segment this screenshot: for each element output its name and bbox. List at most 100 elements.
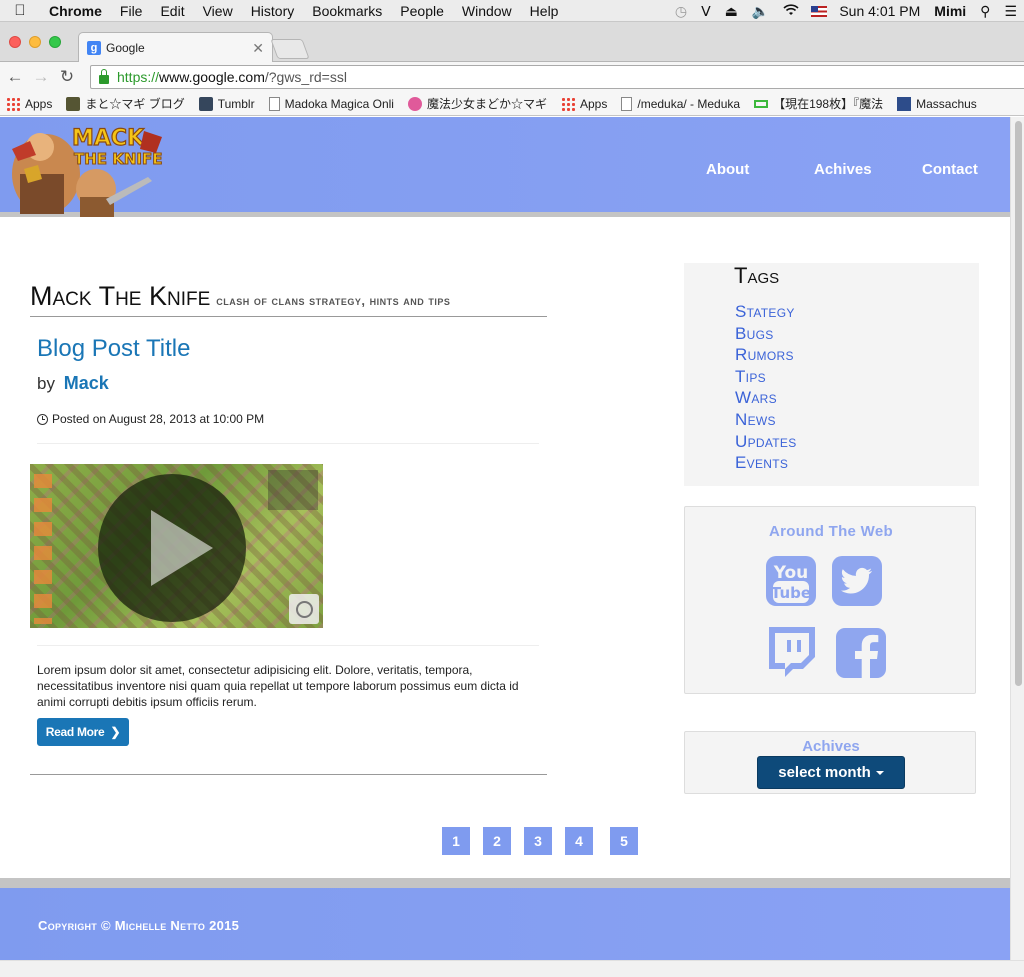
nav-achives-link[interactable]: Achives (814, 161, 872, 178)
page-link-3[interactable]: 3 (524, 827, 552, 855)
twitter-icon[interactable] (831, 555, 883, 607)
menu-view[interactable]: View (194, 3, 242, 19)
google-favicon-icon: g (87, 40, 101, 55)
eject-icon[interactable]: ⏏ (718, 3, 745, 20)
url-host: www.google.com (159, 69, 265, 85)
author-link[interactable]: Mack (64, 373, 109, 393)
flower-icon (407, 96, 422, 111)
bookmark-massachus[interactable]: Massachus (897, 96, 977, 111)
tags-title: Tags (734, 263, 780, 288)
page-link-1[interactable]: 1 (442, 827, 470, 855)
bookmark-label: /meduka/ - Meduka (637, 96, 741, 111)
bookmark-meduka[interactable]: /meduka/ - Meduka (621, 96, 741, 111)
back-button[interactable]: ← (4, 67, 26, 87)
bookmark-tumblr[interactable]: Tumblr (198, 96, 255, 111)
browser-tab-google[interactable]: g Google ✕ (78, 32, 273, 62)
forward-button[interactable]: → (30, 67, 52, 87)
tag-link-tips[interactable]: Tips (735, 366, 797, 388)
site-footer: Copyright © Michelle Netto 2015 (0, 888, 1010, 968)
menu-app-name[interactable]: Chrome (40, 3, 111, 19)
page-link-2[interactable]: 2 (483, 827, 511, 855)
tag-link-news[interactable]: News (735, 409, 797, 431)
input-source-flag-icon[interactable] (811, 5, 828, 17)
new-tab-button[interactable] (270, 39, 310, 59)
menu-help[interactable]: Help (521, 3, 568, 19)
window-zoom-button[interactable] (49, 36, 61, 48)
footer-divider (0, 878, 1010, 888)
divider (37, 443, 539, 444)
bookmark-apps[interactable]: Apps (6, 96, 52, 111)
bookmark-label: まと☆マギ ブログ (85, 97, 185, 111)
volume-icon[interactable]: 🔈 (745, 3, 776, 20)
clock-icon (37, 413, 48, 425)
tumblr-icon (198, 96, 213, 111)
youtube-icon[interactable]: You Tube (765, 555, 817, 607)
video-hud-right (268, 470, 318, 510)
page-icon (268, 96, 280, 111)
site-logo[interactable]: MACK THE KNIFE (6, 119, 178, 217)
chevron-right-icon: ❯ (110, 725, 121, 739)
archives-title: Achives (802, 738, 860, 755)
select-month-dropdown[interactable]: select month (757, 756, 905, 789)
tab-close-icon[interactable]: ✕ (252, 40, 264, 57)
read-more-button[interactable]: Read More ❯ (37, 718, 129, 746)
bookmark-blog[interactable]: まと☆マギ ブログ (66, 95, 185, 112)
apple-icon[interactable]:  (0, 2, 40, 19)
tag-link-wars[interactable]: Wars (735, 387, 797, 409)
page-link-5[interactable]: 5 (610, 827, 638, 855)
page-icon (621, 96, 633, 111)
window-minimize-button[interactable] (29, 36, 41, 48)
bookmark-label: 魔法少女まどか☆マギ (426, 97, 547, 111)
url-scheme: https:// (117, 69, 160, 85)
vertical-scrollbar[interactable] (1010, 117, 1024, 960)
menu-window[interactable]: Window (453, 3, 521, 19)
svg-text:THE KNIFE: THE KNIFE (74, 150, 163, 168)
facebook-icon[interactable] (835, 627, 887, 679)
post-title-link[interactable]: Blog Post Title (37, 335, 190, 363)
wifi-icon[interactable] (776, 3, 806, 19)
tag-link-stategy[interactable]: Stategy (735, 301, 797, 323)
blog-icon (66, 96, 81, 111)
page-link-4[interactable]: 4 (565, 827, 593, 855)
tag-link-updates[interactable]: Updates (735, 431, 797, 453)
menu-bookmarks[interactable]: Bookmarks (303, 3, 391, 19)
tag-link-events[interactable]: Events (735, 452, 797, 474)
play-icon[interactable] (151, 510, 213, 586)
spotlight-search-icon[interactable]: ⚲ (973, 3, 997, 20)
bookmark-apps-2[interactable]: Apps (561, 96, 607, 111)
video-thumbnail[interactable] (30, 464, 323, 628)
tags-list: Stategy Bugs Rumors Tips Wars News Updat… (735, 301, 797, 474)
menu-history[interactable]: History (242, 3, 304, 19)
reload-button[interactable]: ↻ (56, 67, 78, 87)
bookmark-madoka[interactable]: Madoka Magica Onli (268, 96, 394, 111)
bookmark-mahou-shoujo[interactable]: 魔法少女まどか☆マギ (407, 95, 547, 112)
watch-later-icon[interactable] (289, 594, 319, 624)
scrollbar-thumb[interactable] (1015, 121, 1022, 686)
nav-contact-link[interactable]: Contact (922, 161, 978, 178)
menu-people[interactable]: People (391, 3, 453, 19)
read-more-label: Read More (45, 725, 105, 739)
tag-link-bugs[interactable]: Bugs (735, 323, 797, 345)
svg-text:MACK: MACK (72, 126, 145, 151)
address-bar[interactable]: https:// www.google.com /?gws_rd=ssl (90, 65, 1024, 89)
tab-title: Google (106, 40, 145, 55)
post-byline: by Mack (37, 373, 109, 394)
horizontal-scrollbar[interactable] (0, 960, 1024, 977)
post-date: Posted on August 28, 2013 at 10:00 PM (37, 412, 264, 426)
bookmark-198[interactable]: 【現在198枚】『魔法 (754, 95, 883, 112)
window-close-button[interactable] (9, 36, 21, 48)
tags-widget: Tags Stategy Bugs Rumors Tips Wars News … (684, 263, 979, 486)
menu-edit[interactable]: Edit (151, 3, 193, 19)
menubar-clock[interactable]: Sun 4:01 PM (832, 3, 927, 19)
nav-about-link[interactable]: About (706, 161, 749, 178)
copyright-text: Copyright © Michelle Netto 2015 (38, 918, 240, 933)
time-machine-icon[interactable]: ◷ (668, 3, 694, 20)
secure-lock-icon[interactable] (99, 68, 109, 84)
menu-file[interactable]: File (111, 3, 152, 19)
apps-grid-icon (561, 96, 575, 111)
notification-center-icon[interactable]: ☰ (997, 3, 1024, 20)
bluetooth-icon[interactable]: ᐯ (694, 3, 718, 20)
tag-link-rumors[interactable]: Rumors (735, 344, 797, 366)
menubar-user[interactable]: Mimi (927, 3, 973, 19)
twitch-icon[interactable] (763, 623, 819, 679)
